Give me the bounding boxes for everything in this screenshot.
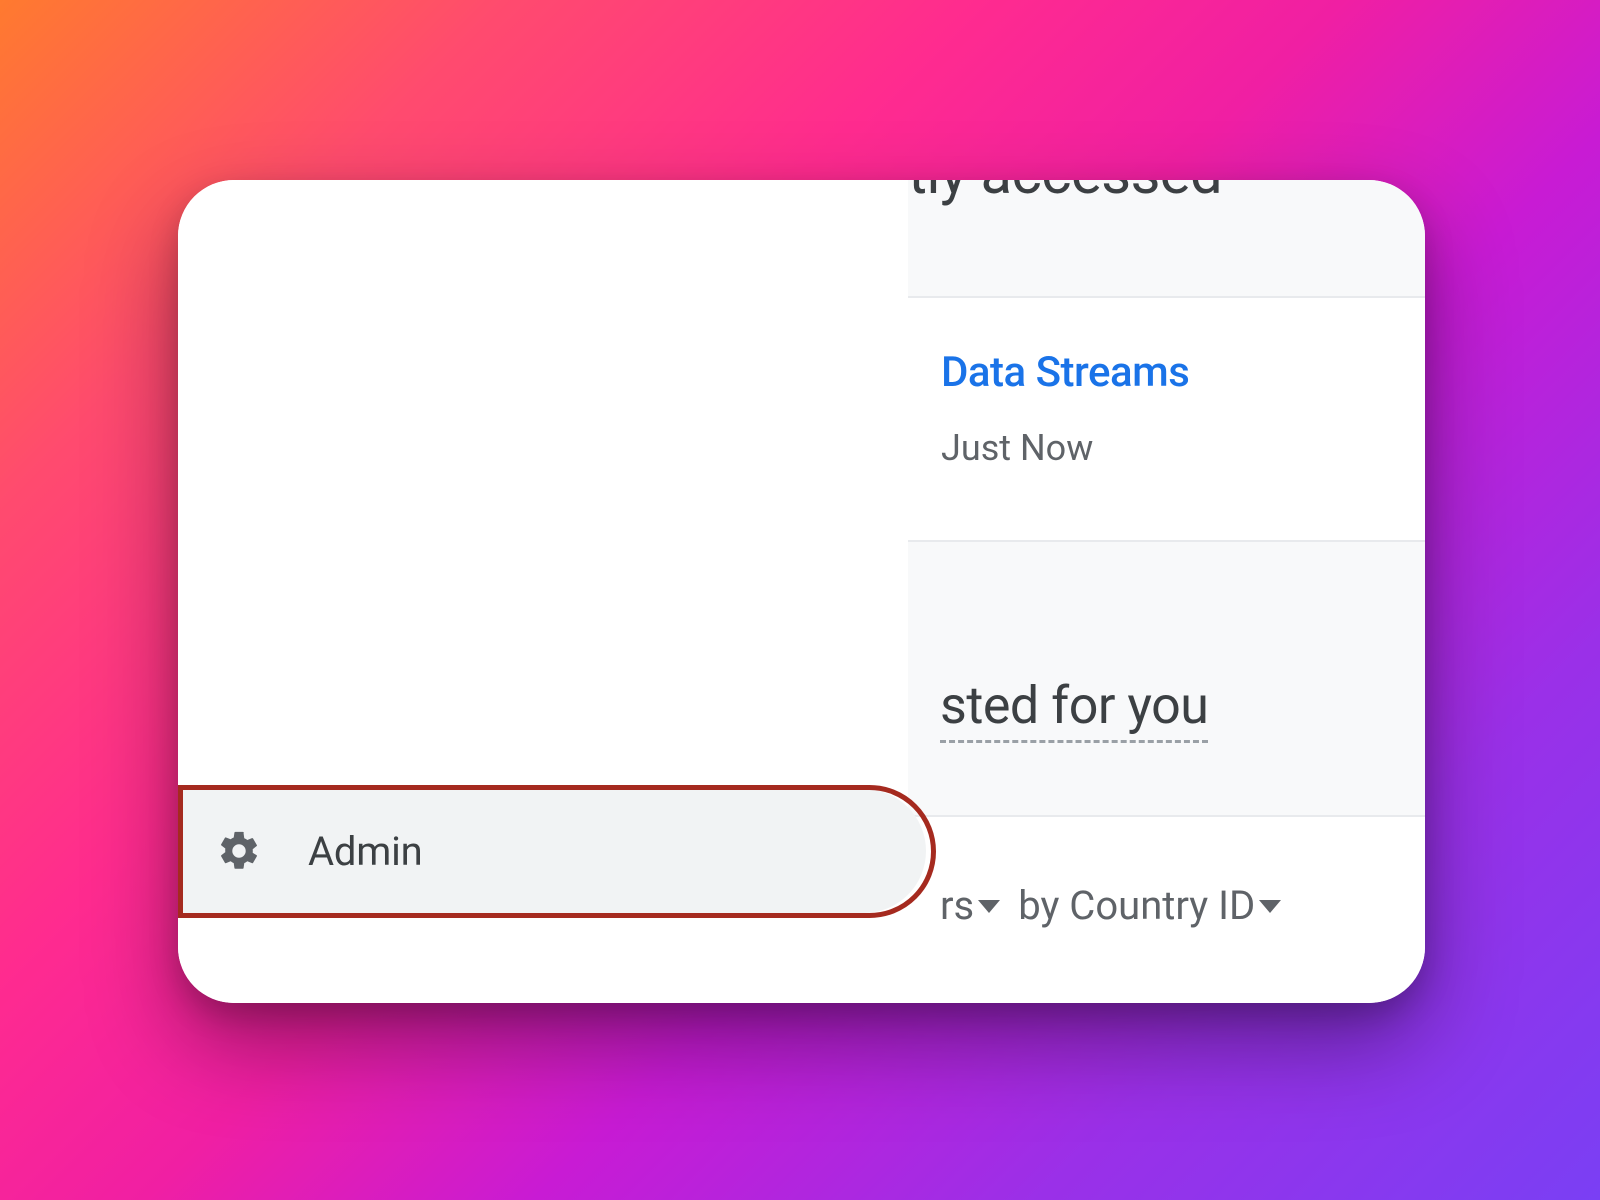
sidebar-item-admin[interactable]: Admin: [178, 789, 926, 913]
filter-fragment-1[interactable]: rs: [940, 882, 1004, 929]
recent-header-title: tly accessed: [908, 180, 1222, 208]
gear-icon: [216, 828, 262, 874]
suggested-title: sted for you: [940, 675, 1208, 743]
app-card: tly accessed Data Streams Just Now sted …: [178, 180, 1425, 1003]
recent-item-card[interactable]: Data Streams Just Now: [908, 298, 1425, 542]
filters-controls: rs by Country ID: [940, 882, 1285, 929]
filter-by-country[interactable]: by Country ID: [1018, 882, 1285, 929]
recent-item-title[interactable]: Data Streams: [941, 348, 1425, 397]
chevron-down-icon: [1259, 900, 1281, 913]
sidebar-item-admin-label: Admin: [308, 828, 423, 875]
recent-item-time: Just Now: [941, 427, 1425, 469]
chevron-down-icon: [978, 900, 1000, 913]
